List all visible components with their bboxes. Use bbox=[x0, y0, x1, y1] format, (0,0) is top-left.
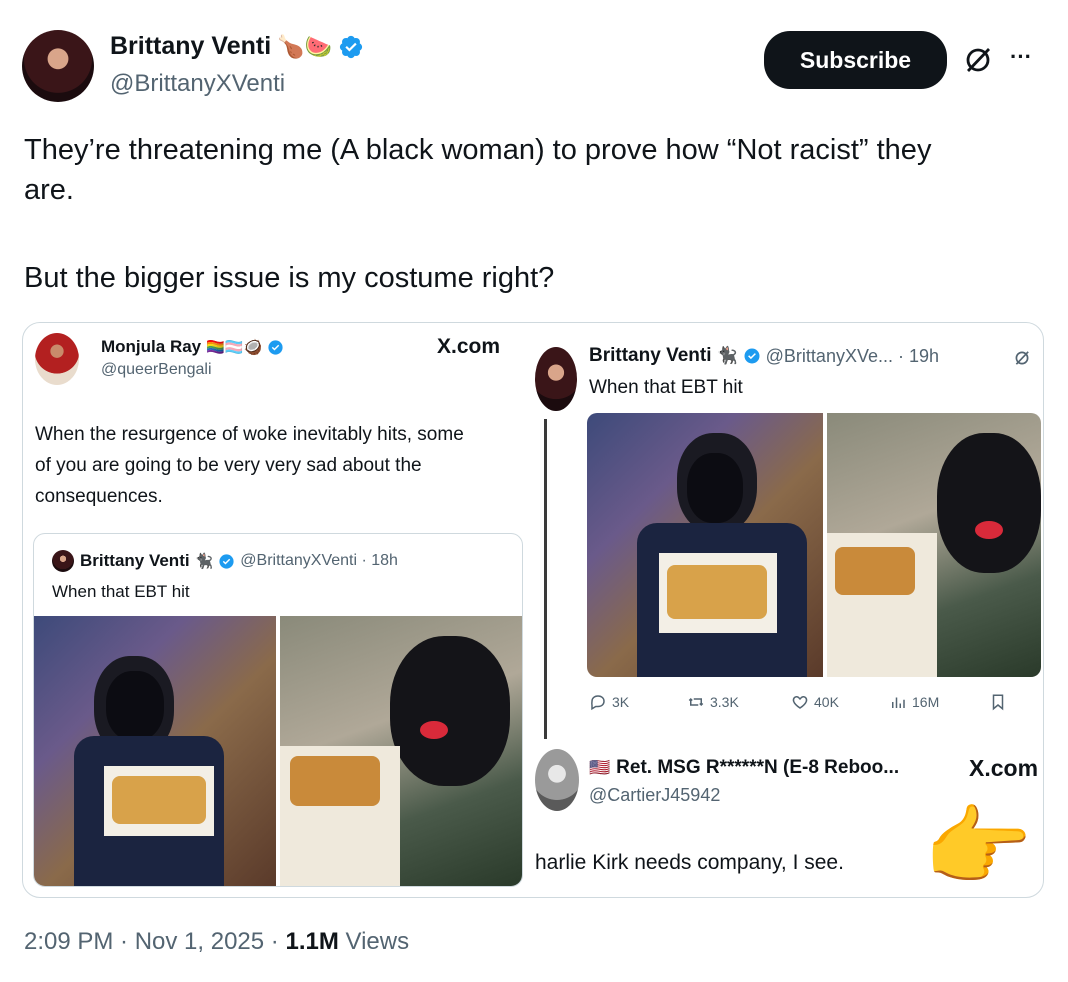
verified-badge-icon bbox=[744, 348, 760, 364]
reply-icon bbox=[591, 695, 605, 711]
author-emojis: 🍗🍉 bbox=[277, 33, 332, 59]
reply-flag: 🇺🇸 bbox=[589, 758, 611, 777]
left-card-text-line: When the resurgence of woke inevitably h… bbox=[35, 424, 464, 445]
tweet-text-line: They’re threatening me (A black woman) t… bbox=[24, 134, 932, 166]
quote-author-emoji: 🐈‍⬛ bbox=[194, 553, 214, 570]
left-card-text: When the resurgence of woke inevitably h… bbox=[35, 419, 525, 512]
reply-name-row: 🇺🇸 Ret. MSG R******N (E-8 Reboo... bbox=[589, 757, 899, 779]
quote-author-name: Brittany Venti bbox=[80, 551, 190, 570]
left-card-text-line: consequences. bbox=[35, 486, 163, 507]
like-count: 40K bbox=[814, 694, 839, 710]
repost-icon bbox=[688, 697, 704, 707]
right-card-name-row: Brittany Venti 🐈‍⬛ @BrittanyXVe... · 19h bbox=[589, 345, 939, 367]
quote-photo-left bbox=[34, 616, 276, 886]
grok-icon[interactable] bbox=[962, 44, 994, 76]
tweet-footer: 2:09 PM · Nov 1, 2025 · 1.1M Views bbox=[24, 928, 409, 956]
quote-photo-right bbox=[280, 616, 522, 886]
repost-stat: 3.3K bbox=[687, 693, 739, 711]
left-card-quote: Brittany Venti 🐈‍⬛ @BrittanyXVenti · 18h… bbox=[33, 533, 523, 887]
author-name[interactable]: Brittany Venti bbox=[110, 32, 271, 61]
left-card-avatar bbox=[35, 333, 79, 385]
reply-author-name: Ret. MSG R******N (E-8 Reboo... bbox=[616, 757, 900, 778]
reply-text: harlie Kirk needs company, I see. bbox=[535, 851, 844, 874]
reply-source-logo: X.com bbox=[969, 755, 1039, 781]
heart-icon bbox=[792, 695, 808, 709]
reply-count: 3K bbox=[612, 694, 630, 710]
right-card-author-emoji: 🐈‍⬛ bbox=[716, 346, 738, 365]
author-name-row: Brittany Venti 🍗🍉 bbox=[110, 32, 364, 61]
subscribe-button[interactable]: Subscribe bbox=[764, 31, 947, 89]
more-options-icon[interactable]: ··· bbox=[1010, 44, 1032, 70]
right-card-author-name: Brittany Venti bbox=[589, 345, 712, 366]
left-card-text-line: of you are going to be very very sad abo… bbox=[35, 455, 422, 476]
left-card-author-emojis: 🏳️‍🌈🏳️‍⚧️🥥 bbox=[206, 339, 263, 356]
tweet-timestamp[interactable]: 2:09 PM · Nov 1, 2025 · bbox=[24, 928, 285, 955]
right-card-text: When that EBT hit bbox=[589, 377, 743, 398]
repost-count: 3.3K bbox=[710, 694, 739, 710]
views-label: Views bbox=[338, 928, 410, 955]
tweet-media[interactable]: Monjula Ray 🏳️‍🌈🏳️‍⚧️🥥 @queerBengali X.c… bbox=[22, 322, 1044, 898]
quote-handle-time: @BrittanyXVenti · 18h bbox=[240, 552, 398, 569]
verified-badge-icon bbox=[219, 553, 234, 569]
right-card-photo-right bbox=[827, 413, 1041, 677]
left-card-author-name: Monjula Ray bbox=[101, 337, 202, 356]
pointing-hand-emoji: 👉 bbox=[923, 797, 1033, 896]
verified-badge-icon bbox=[339, 35, 363, 58]
tweet-text: They’re threatening me (A black woman) t… bbox=[24, 130, 1034, 298]
right-card-handle-time: @BrittanyXVe... · 19h bbox=[765, 345, 940, 366]
left-card-name-row: Monjula Ray 🏳️‍🌈🏳️‍⚧️🥥 bbox=[101, 337, 284, 357]
reply-author-handle: @CartierJ45942 bbox=[589, 785, 721, 805]
left-card-source-logo: X.com bbox=[437, 335, 501, 358]
bookmark-icon bbox=[989, 693, 1007, 716]
reply-stat: 3K bbox=[589, 693, 629, 711]
left-card-author-handle: @queerBengali bbox=[101, 361, 212, 378]
views-count: 1.1M bbox=[285, 928, 339, 955]
views-count: 16M bbox=[912, 694, 940, 710]
right-card-avatar bbox=[535, 347, 577, 411]
quote-avatar bbox=[52, 550, 74, 572]
author-handle[interactable]: @BrittanyXVenti bbox=[110, 70, 285, 98]
like-stat: 40K bbox=[791, 693, 839, 711]
author-avatar[interactable] bbox=[22, 30, 94, 102]
quote-name-row: Brittany Venti 🐈‍⬛ @BrittanyXVenti · 18h bbox=[80, 551, 398, 571]
reply-avatar bbox=[535, 749, 579, 811]
right-card-photo-left bbox=[587, 413, 823, 677]
verified-badge-icon bbox=[268, 339, 283, 355]
views-chart-icon bbox=[892, 697, 905, 708]
quote-text: When that EBT hit bbox=[52, 582, 190, 601]
right-card-thread-line bbox=[544, 419, 547, 739]
views-stat: 16M bbox=[889, 693, 939, 711]
tweet-text-line: are. bbox=[24, 174, 74, 206]
right-card-grok-icon bbox=[1013, 349, 1031, 372]
tweet-text-line: But the bigger issue is my costume right… bbox=[24, 262, 555, 294]
